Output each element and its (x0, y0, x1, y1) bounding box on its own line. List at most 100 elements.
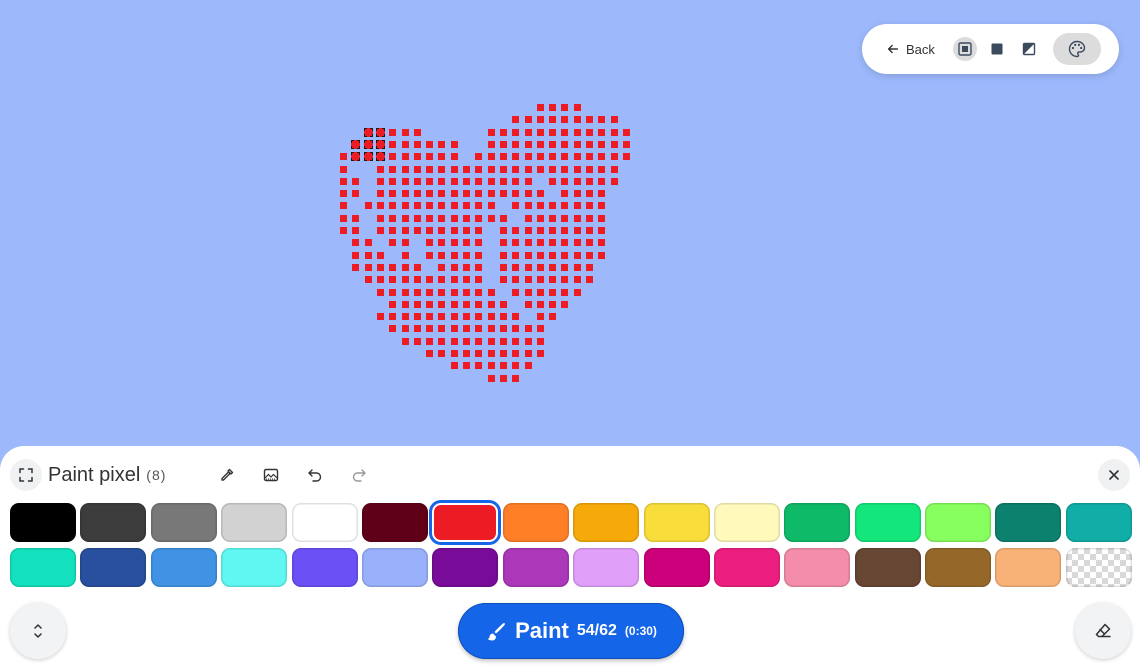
pixel (475, 153, 483, 161)
pixel (512, 313, 520, 321)
pixel (364, 263, 372, 271)
contrast-toggle[interactable] (1017, 37, 1041, 61)
top-toolbar: Back (862, 24, 1119, 74)
pixel (573, 288, 581, 296)
color-swatch[interactable] (291, 548, 358, 587)
color-swatch[interactable] (221, 548, 288, 587)
pixel (598, 116, 606, 124)
color-swatch[interactable] (784, 503, 851, 542)
pending-pixel[interactable] (375, 152, 385, 162)
pixel (463, 337, 470, 345)
color-swatch[interactable] (10, 503, 76, 542)
pixel (586, 202, 593, 210)
pending-pixel[interactable] (375, 127, 385, 137)
square-toggle[interactable] (985, 37, 1009, 61)
color-swatch[interactable] (995, 548, 1062, 587)
pixel (376, 263, 384, 271)
color-swatch[interactable] (80, 503, 147, 542)
pixel (512, 276, 520, 284)
pending-pixel[interactable] (363, 139, 373, 149)
color-swatch[interactable] (432, 548, 499, 587)
color-swatch[interactable] (221, 503, 288, 542)
color-swatch[interactable] (10, 548, 76, 587)
pixel (536, 128, 544, 136)
color-swatch[interactable] (1065, 503, 1132, 542)
pixel (463, 202, 470, 210)
color-swatch[interactable] (150, 548, 217, 587)
redo-button[interactable] (348, 464, 370, 486)
color-swatch[interactable] (713, 503, 780, 542)
pixel (512, 227, 520, 234)
color-swatch[interactable] (291, 503, 358, 542)
pixel (586, 227, 593, 234)
fullscreen-button[interactable] (10, 459, 42, 491)
frame-toggle[interactable] (952, 37, 977, 61)
pixel (450, 288, 458, 296)
color-swatch[interactable] (502, 503, 569, 542)
pixel (573, 128, 581, 136)
pixel (389, 227, 397, 234)
pixel (450, 362, 458, 370)
image-icon (264, 468, 279, 482)
pending-pixel[interactable] (363, 152, 373, 162)
swatch-transparent[interactable] (1065, 548, 1132, 587)
pixel (561, 214, 569, 222)
eraser-button[interactable] (1075, 603, 1131, 659)
pixel (389, 190, 397, 198)
pixel (389, 140, 397, 148)
pixel (524, 214, 532, 222)
pixel (364, 251, 372, 259)
pixel (438, 288, 446, 296)
pending-pixel[interactable] (375, 139, 385, 149)
color-swatch[interactable] (784, 548, 851, 587)
color-swatch[interactable] (80, 548, 147, 587)
color-swatch[interactable] (925, 548, 992, 587)
pixel (512, 325, 520, 333)
pixel (549, 276, 557, 284)
color-swatch[interactable] (995, 503, 1062, 542)
pixel (573, 190, 581, 198)
color-swatch[interactable] (361, 503, 428, 542)
color-swatch[interactable] (432, 503, 499, 542)
image-button[interactable] (260, 464, 282, 486)
color-swatch[interactable] (361, 548, 428, 587)
pixel (561, 165, 569, 173)
color-swatch[interactable] (150, 503, 217, 542)
pending-pixel[interactable] (363, 127, 373, 137)
palette-toggle[interactable] (1052, 33, 1101, 65)
color-swatch[interactable] (854, 503, 921, 542)
color-swatch[interactable] (573, 503, 640, 542)
back-button[interactable]: Back (886, 42, 935, 57)
pending-pixel[interactable] (351, 139, 361, 149)
pixel (438, 202, 446, 210)
color-swatch[interactable] (713, 548, 780, 587)
pixel (573, 263, 581, 271)
pixel (561, 288, 569, 296)
pending-pixel[interactable] (351, 152, 361, 162)
color-swatch[interactable] (502, 548, 569, 587)
pixel (426, 227, 434, 234)
pixel (450, 227, 458, 234)
paint-button[interactable]: Paint 54/62 (0:30) (458, 603, 684, 659)
pixel (401, 140, 409, 148)
pixel (426, 177, 434, 185)
pixel (536, 202, 544, 210)
expand-panel-button[interactable] (10, 603, 66, 659)
pixel (438, 337, 446, 345)
pixel (549, 202, 557, 210)
pixel (463, 362, 470, 370)
close-button[interactable] (1098, 459, 1130, 491)
color-swatch[interactable] (573, 548, 640, 587)
color-swatch[interactable] (925, 503, 992, 542)
pixel (549, 227, 557, 234)
color-swatch[interactable] (854, 548, 921, 587)
color-swatch[interactable] (643, 548, 710, 587)
pixel (450, 214, 458, 222)
undo-button[interactable] (304, 464, 326, 486)
pixel (512, 140, 520, 148)
pixel (536, 140, 544, 148)
eyedropper-button[interactable] (216, 464, 238, 486)
color-swatch[interactable] (643, 503, 710, 542)
pixel (401, 288, 409, 296)
pixel (524, 190, 532, 198)
